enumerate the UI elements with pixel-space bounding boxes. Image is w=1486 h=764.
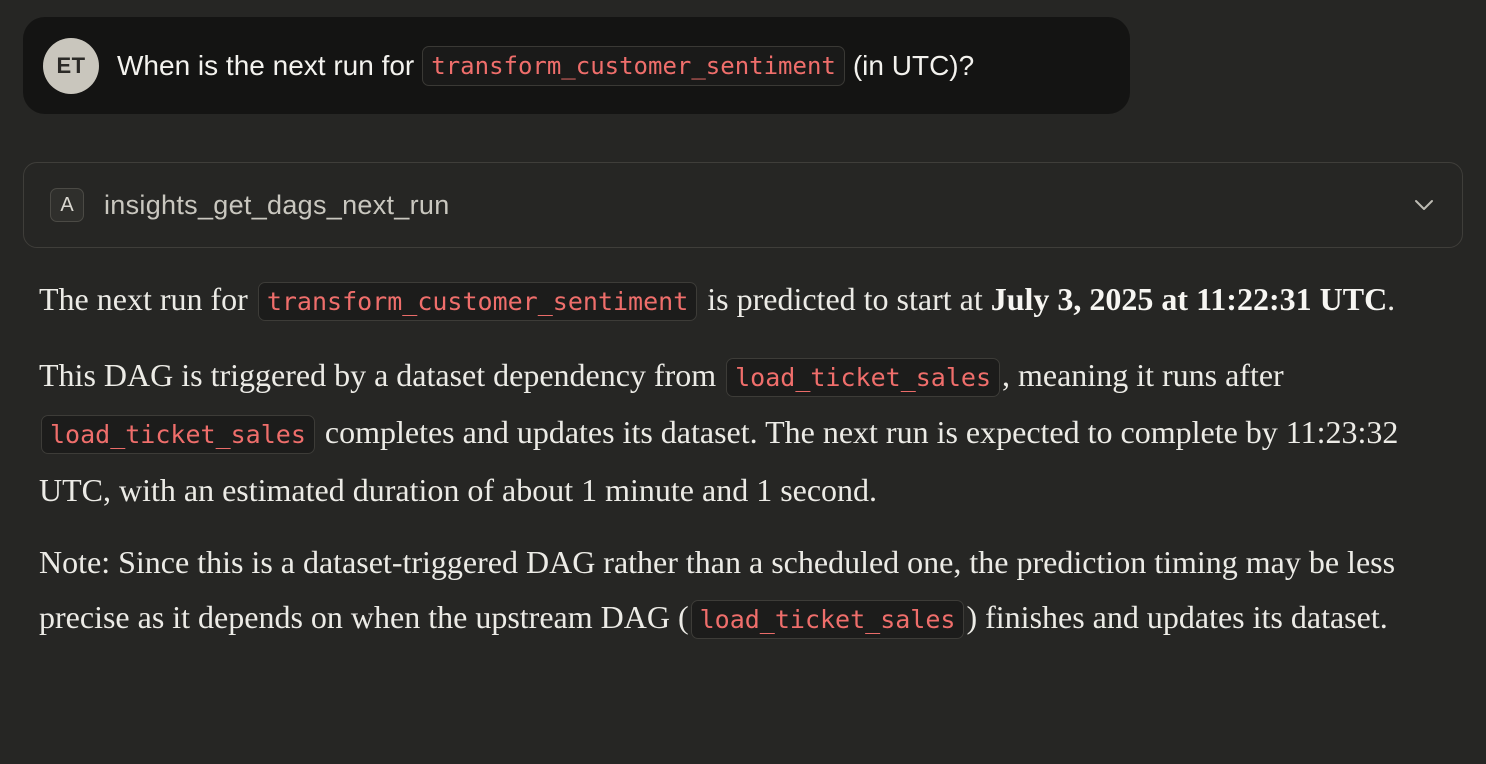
inline-code: load_ticket_sales (726, 357, 1000, 397)
response-text: . (1387, 281, 1396, 317)
tool-name: insights_get_dags_next_run (104, 189, 450, 220)
response-text: The next run for (39, 281, 256, 317)
response-paragraph-1: The next run for transform_customer_sent… (39, 272, 1439, 330)
response-text: is predicted to start at (699, 281, 991, 317)
response-text: ) finishes and updates its dataset. (966, 598, 1388, 635)
tool-badge: A (50, 188, 84, 222)
user-message-text: When is the next run for transform_custo… (117, 45, 975, 86)
response-text: This DAG is triggered by a dataset depen… (39, 356, 725, 393)
inline-code: load_ticket_sales (690, 599, 965, 639)
user-message-text-before: When is the next run for (117, 49, 415, 81)
response-paragraph-3: Note: Since this is a dataset-triggered … (39, 535, 1439, 647)
inline-code: transform_customer_sentiment (257, 282, 698, 321)
response-text: , meaning it runs after (1002, 356, 1284, 393)
user-message-bubble: ET When is the next run for transform_cu… (23, 17, 1130, 114)
inline-code: load_ticket_sales (41, 415, 315, 454)
response-paragraph-2: This DAG is triggered by a dataset depen… (39, 348, 1439, 518)
inline-code: transform_customer_sentiment (422, 45, 845, 86)
user-message-text-after: (in UTC)? (852, 49, 975, 81)
assistant-response: The next run for transform_customer_sent… (39, 272, 1439, 665)
tool-call-card[interactable]: A insights_get_dags_next_run (23, 162, 1463, 248)
avatar: ET (43, 37, 99, 94)
response-bold-text: July 3, 2025 at 11:22:31 UTC (990, 281, 1388, 317)
chevron-down-icon[interactable] (1412, 193, 1436, 217)
